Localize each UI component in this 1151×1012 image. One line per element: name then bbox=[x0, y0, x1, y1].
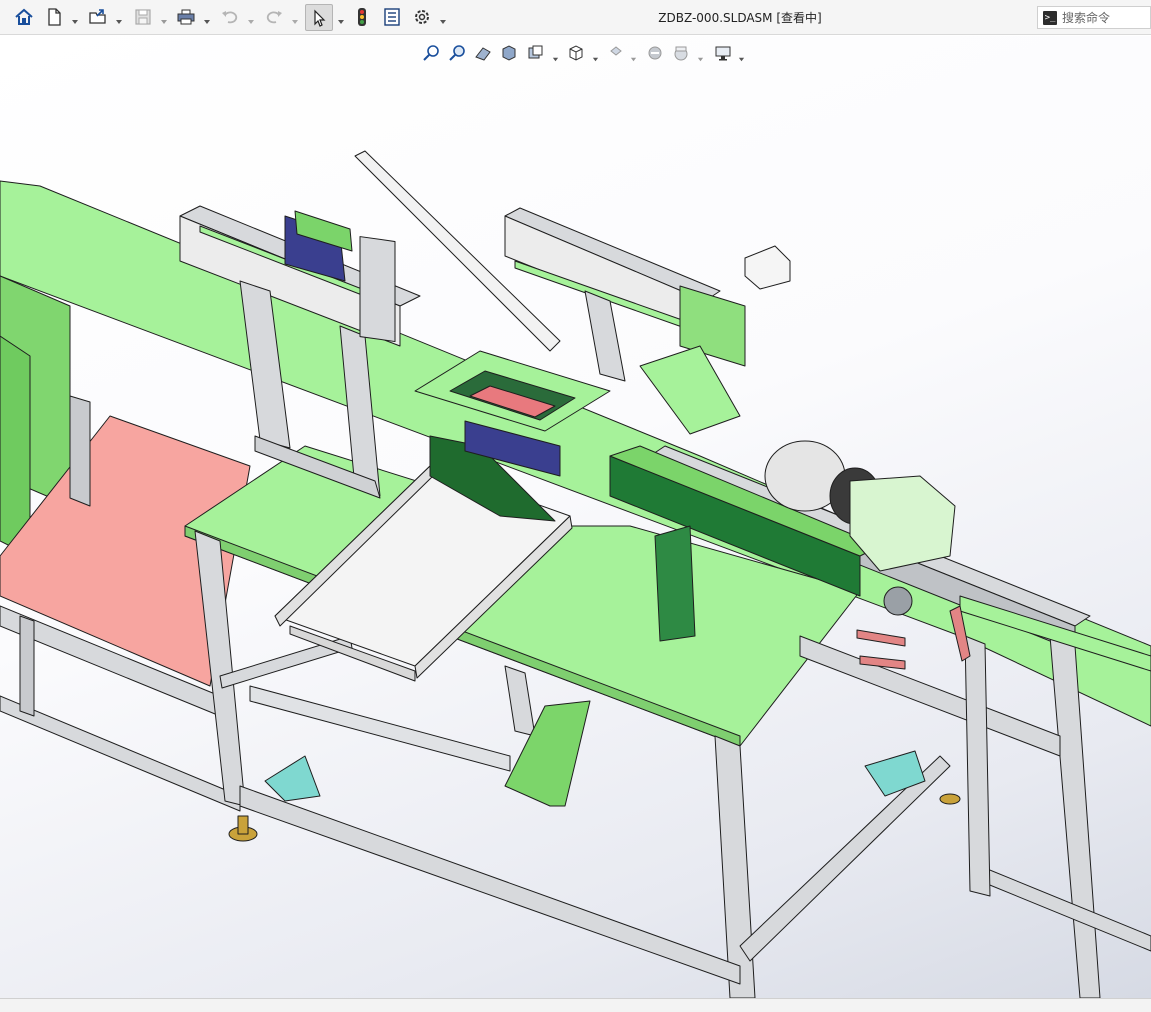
small-bracket-part bbox=[744, 245, 791, 290]
options-gear-icon[interactable] bbox=[410, 5, 434, 29]
table-cross-rail bbox=[739, 755, 951, 962]
right-frame-bottom bbox=[979, 865, 1151, 952]
select-dropdown-arrow-icon[interactable] bbox=[337, 13, 345, 24]
command-search-box[interactable]: >_ bbox=[1037, 6, 1151, 29]
display-style-dropdown-arrow-icon[interactable] bbox=[630, 50, 637, 62]
redo-dropdown-arrow-icon[interactable] bbox=[291, 13, 299, 24]
solidworks-window: ZDBZ-000.SLDASM [查看中] >_ bbox=[0, 0, 1151, 1012]
left-frame-leg bbox=[69, 395, 91, 507]
main-toolbar: ZDBZ-000.SLDASM [查看中] >_ bbox=[0, 0, 1151, 35]
display-style-icon[interactable] bbox=[605, 42, 627, 64]
orientation-dropdown-arrow-icon[interactable] bbox=[592, 50, 599, 62]
annotation-dropdown-arrow-icon[interactable] bbox=[552, 50, 559, 62]
view-settings-monitor-icon[interactable] bbox=[712, 42, 734, 64]
open-dropdown-arrow-icon[interactable] bbox=[115, 13, 123, 24]
pink-bar-1 bbox=[856, 629, 906, 647]
gold-foot-left-stem bbox=[237, 815, 249, 835]
table-bottom-rail bbox=[239, 785, 741, 985]
new-document-icon[interactable] bbox=[42, 5, 66, 29]
open-folder-icon[interactable] bbox=[86, 5, 110, 29]
edit-appearance-icon[interactable] bbox=[670, 42, 692, 64]
motor-pulley bbox=[883, 586, 913, 616]
assembly-model[interactable] bbox=[0, 36, 1151, 998]
rebuild-traffic-light-icon[interactable] bbox=[350, 5, 374, 29]
command-prompt-icon: >_ bbox=[1043, 10, 1057, 25]
redo-icon[interactable] bbox=[262, 5, 286, 29]
select-pointer-icon[interactable] bbox=[305, 4, 333, 31]
print-icon[interactable] bbox=[174, 5, 198, 29]
view-settings-dropdown-arrow-icon[interactable] bbox=[738, 50, 745, 62]
table-leg-back-mid bbox=[504, 665, 536, 737]
left-frame-leg-2 bbox=[19, 615, 35, 717]
gold-foot-right bbox=[939, 793, 961, 805]
heads-up-view-toolbar bbox=[420, 42, 750, 66]
cylinder-vertical-post bbox=[359, 236, 396, 343]
save-dropdown-arrow-icon[interactable] bbox=[160, 13, 168, 24]
command-search-input[interactable] bbox=[1062, 10, 1147, 25]
teal-bracket-left bbox=[264, 755, 321, 802]
undo-icon[interactable] bbox=[218, 5, 242, 29]
previous-view-icon[interactable] bbox=[472, 42, 494, 64]
hide-show-items-icon[interactable] bbox=[644, 42, 666, 64]
zoom-to-fit-icon[interactable] bbox=[420, 42, 442, 64]
file-properties-icon[interactable] bbox=[380, 5, 404, 29]
appearance-dropdown-arrow-icon[interactable] bbox=[697, 50, 704, 62]
view-orientation-icon[interactable] bbox=[565, 42, 587, 64]
right-frame-leg bbox=[964, 635, 991, 897]
left-frame-bottom-rail bbox=[0, 695, 241, 812]
table-bottom-rail-back bbox=[249, 685, 511, 772]
save-icon[interactable] bbox=[131, 5, 155, 29]
section-view-icon[interactable] bbox=[498, 42, 520, 64]
options-dropdown-arrow-icon[interactable] bbox=[439, 13, 447, 24]
home-icon[interactable] bbox=[12, 5, 36, 29]
dark-green-post bbox=[654, 525, 696, 642]
zoom-to-area-icon[interactable] bbox=[446, 42, 468, 64]
new-dropdown-arrow-icon[interactable] bbox=[71, 13, 79, 24]
document-title: ZDBZ-000.SLDASM [查看中] bbox=[658, 11, 822, 25]
status-bar bbox=[0, 998, 1151, 1012]
print-dropdown-arrow-icon[interactable] bbox=[203, 13, 211, 24]
dynamic-annotation-icon[interactable] bbox=[524, 42, 546, 64]
undo-dropdown-arrow-icon[interactable] bbox=[247, 13, 255, 24]
